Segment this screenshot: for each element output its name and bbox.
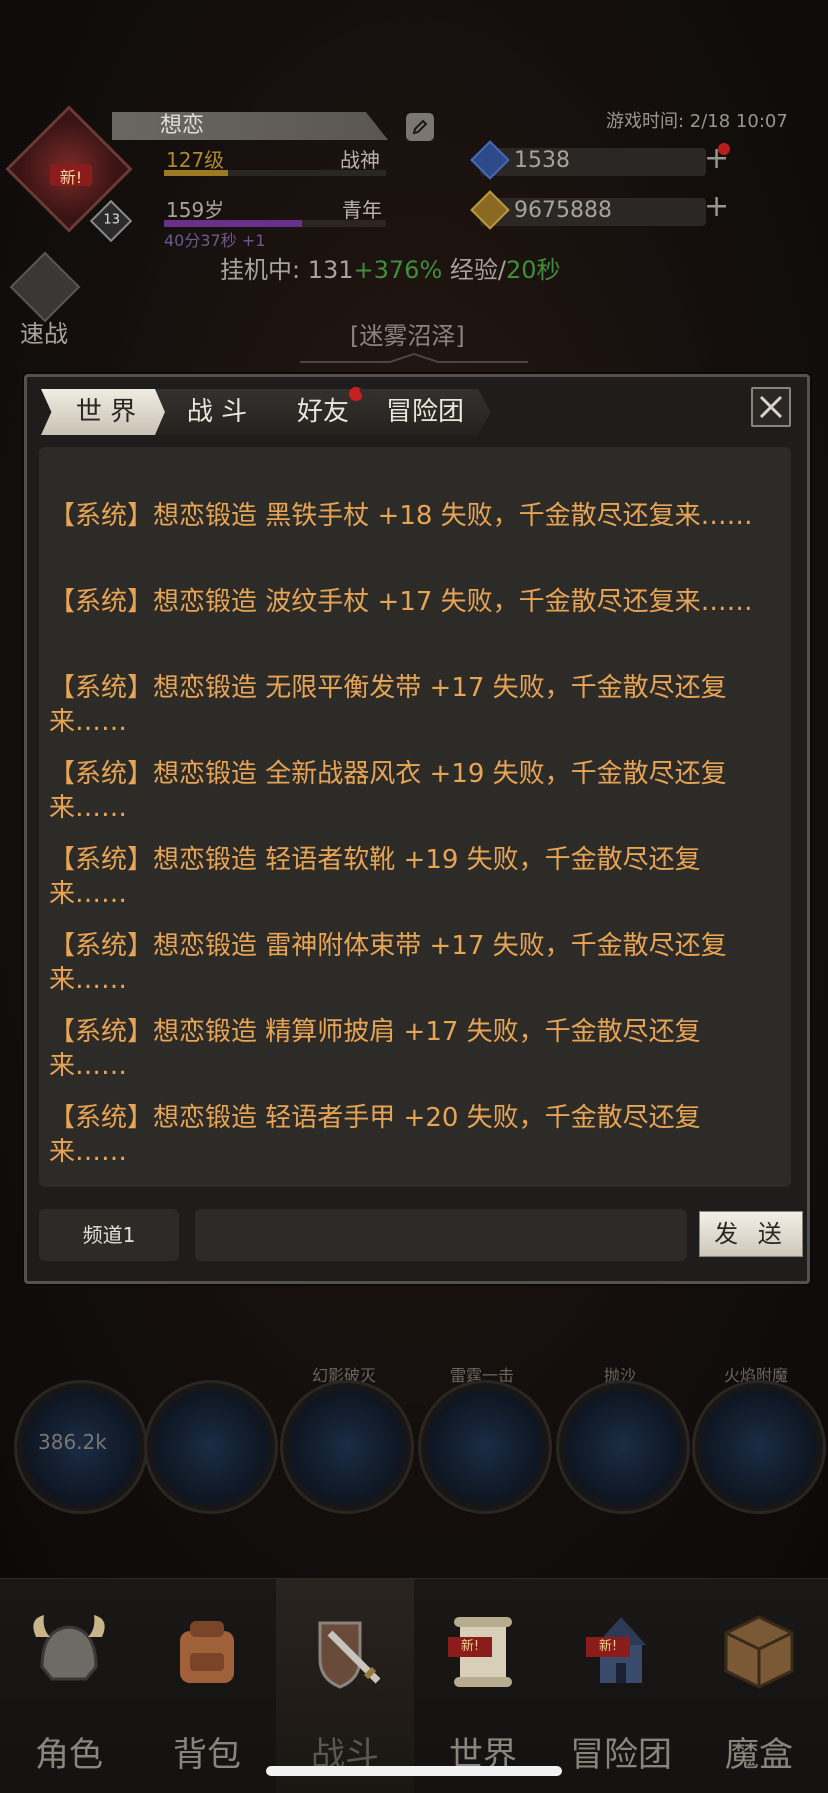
nav-character[interactable]: 角色	[0, 1579, 138, 1793]
player-age: 159岁	[166, 198, 225, 222]
nav-bag[interactable]: 背包	[138, 1579, 276, 1793]
player-life-stage: 青年	[342, 198, 382, 222]
new-badge: 新!	[448, 1637, 492, 1657]
backpack-icon	[180, 1621, 234, 1683]
game-time: 游戏时间: 2/18 10:07	[606, 111, 788, 132]
area-name: [迷雾沼泽]	[350, 322, 465, 350]
idle-exp: 经验/	[442, 256, 506, 284]
nav-label: 角色	[35, 1735, 103, 1775]
chat-message: 【系统】想恋锻造 黑铁手杖 +18 失败，千金散尽还复来……	[49, 501, 753, 531]
close-button[interactable]	[751, 387, 791, 427]
hp-value: 386.2k	[38, 1430, 107, 1454]
bottom-nav: 角色 背包 战斗 新! 世界 新! 冒险团 魔盒	[0, 1578, 828, 1793]
chat-dialog: 世 界 战 斗 好友 冒险团 【系统】想恋锻造 黑铁手杖 +18 失败，千金散尽…	[24, 374, 810, 1284]
nav-label: 魔盒	[725, 1735, 793, 1775]
close-icon	[759, 395, 783, 419]
chat-message: 【系统】想恋锻造 无限平衡发带 +17 失败，千金散尽还复来……	[49, 673, 727, 737]
nav-magic-box[interactable]: 魔盒	[690, 1579, 828, 1793]
edit-icon[interactable]	[406, 113, 434, 141]
attack-skill-slot[interactable]	[144, 1380, 278, 1514]
tab-world[interactable]: 世 界	[41, 389, 171, 435]
player-title: 战神	[340, 148, 380, 172]
message-list[interactable]: 【系统】想恋锻造 黑铁手杖 +18 失败，千金散尽还复来…… 【系统】想恋锻造 …	[39, 447, 791, 1187]
notification-dot	[718, 143, 730, 155]
ornament-divider	[300, 352, 528, 363]
add-gold-icon[interactable]: +	[704, 192, 729, 222]
gold-value: 9675888	[514, 198, 612, 223]
player-name: 想恋	[160, 113, 205, 138]
name-plate	[112, 112, 388, 140]
level-progress-fill	[164, 170, 229, 176]
new-badge: 新!	[586, 1637, 630, 1657]
gem-value: 1538	[514, 148, 570, 173]
nav-guild[interactable]: 新! 冒险团	[552, 1579, 690, 1793]
chat-message: 【系统】想恋锻造 轻语者手甲 +20 失败，千金散尽还复来……	[49, 1103, 701, 1167]
nav-battle[interactable]: 战斗	[276, 1579, 414, 1793]
chat-message: 【系统】想恋锻造 精算师披肩 +17 失败，千金散尽还复来……	[49, 1017, 701, 1081]
idle-status: 挂机中: 131+376% 经验/20秒	[220, 250, 561, 285]
cube-icon	[724, 1615, 794, 1689]
nav-world[interactable]: 新! 世界	[414, 1579, 552, 1793]
tab-battle[interactable]: 战 斗	[155, 389, 279, 435]
player-level: 127级	[166, 148, 225, 172]
skill-slot-throw-sand[interactable]	[556, 1380, 690, 1514]
quick-battle-label[interactable]: 速战	[20, 314, 68, 349]
idle-prefix: 挂机中: 131	[220, 256, 354, 284]
home-indicator[interactable]	[266, 1766, 562, 1776]
age-timer: 40分37秒 +1	[164, 231, 266, 250]
skill-slot-phantom-break[interactable]	[280, 1380, 414, 1514]
age-progress-fill	[164, 220, 302, 227]
idle-rate: 20秒	[505, 256, 561, 284]
chat-message: 【系统】想恋锻造 轻语者软靴 +19 失败，千金散尽还复来……	[49, 845, 701, 909]
chat-message: 【系统】想恋锻造 波纹手杖 +17 失败，千金散尽还复来……	[49, 587, 753, 617]
age-progress-bar	[164, 220, 386, 227]
idle-bonus: +376%	[353, 256, 443, 284]
helmet-icon	[33, 1615, 105, 1681]
channel-select[interactable]: 频道1	[39, 1209, 179, 1261]
skill-slot-fire-enchant[interactable]	[692, 1380, 826, 1514]
chat-message: 【系统】想恋锻造 全新战器风衣 +19 失败，千金散尽还复来……	[49, 759, 727, 823]
send-button[interactable]: 发 送	[699, 1211, 803, 1257]
sword-shield-icon	[318, 1621, 381, 1689]
avatar-level-value: 13	[103, 212, 120, 228]
chat-message: 【系统】想恋锻造 雷神附体束带 +17 失败，千金散尽还复来……	[49, 931, 727, 995]
avatar-new-badge: 新!	[50, 164, 92, 187]
message-input[interactable]	[195, 1209, 687, 1261]
nav-label: 冒险团	[570, 1735, 672, 1775]
level-progress-bar	[164, 170, 386, 176]
tab-guild[interactable]: 冒险团	[359, 389, 491, 435]
skill-slot-thunder-strike[interactable]	[418, 1380, 552, 1514]
nav-label: 背包	[173, 1735, 241, 1775]
